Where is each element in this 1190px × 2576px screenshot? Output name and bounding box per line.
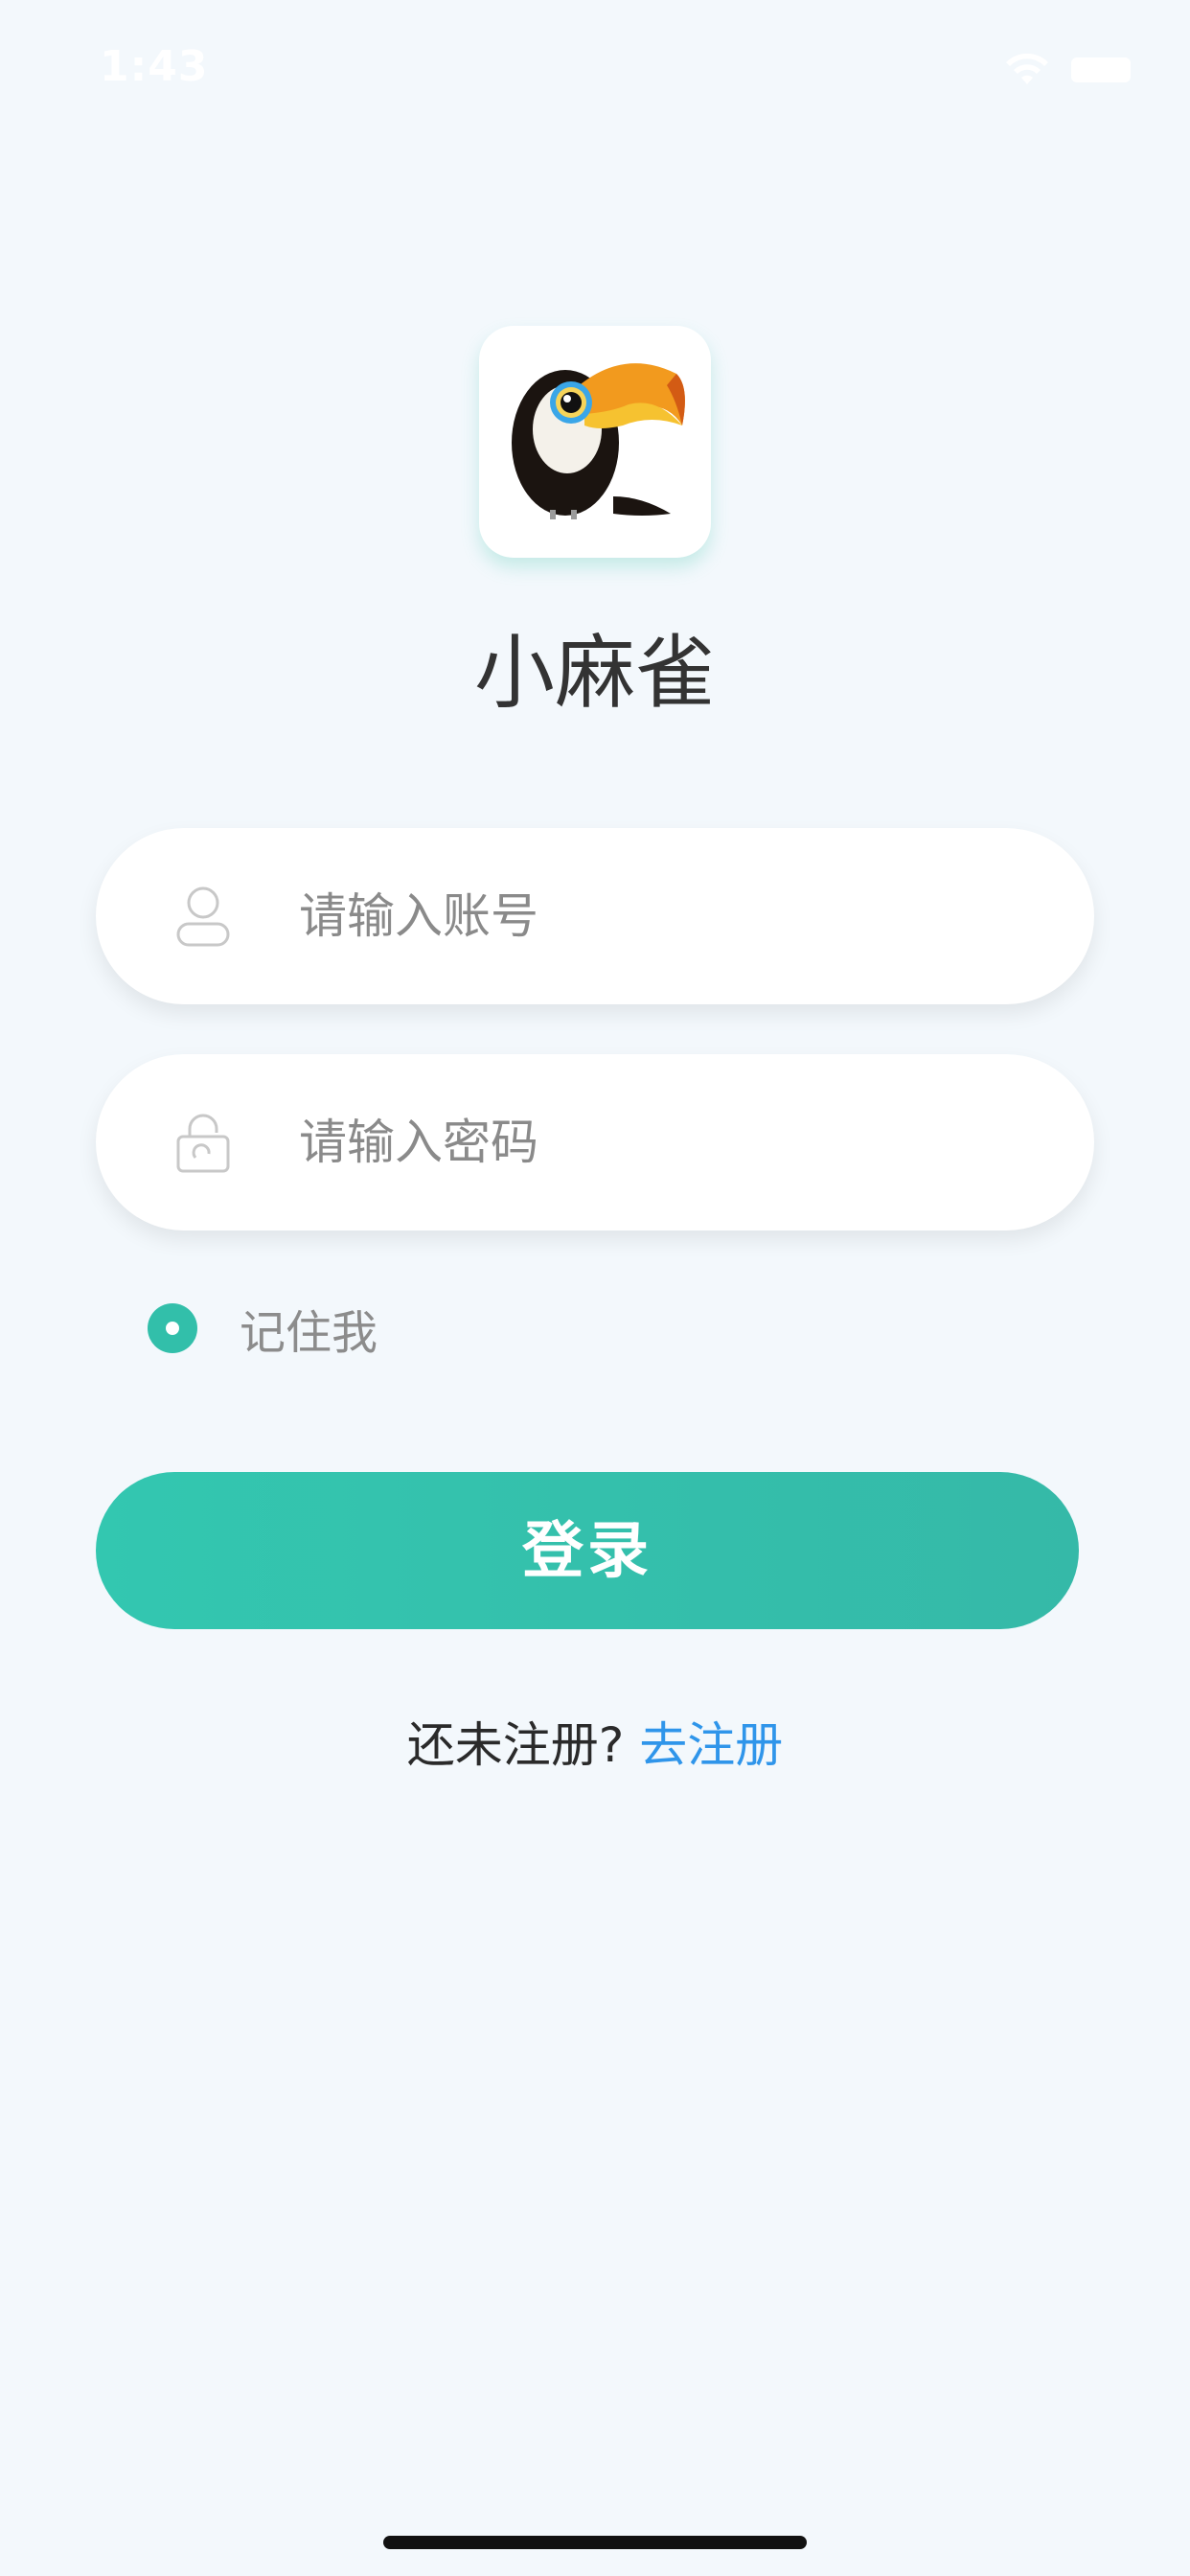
login-button[interactable]: 登录 [96, 1472, 1079, 1629]
wifi-icon [1006, 53, 1048, 84]
password-input[interactable] [299, 1092, 1027, 1192]
lock-icon [176, 1114, 230, 1173]
register-question: 还未注册? [406, 1717, 625, 1773]
account-input[interactable] [299, 866, 1027, 966]
status-bar: 1:43 [0, 0, 1190, 134]
remember-me[interactable]: 记住我 [148, 1298, 378, 1360]
toucan-logo-icon [512, 363, 685, 519]
app-title: 小麻雀 [473, 626, 716, 720]
register-link[interactable]: 去注册 [639, 1717, 783, 1773]
remember-me-radio[interactable] [148, 1303, 197, 1353]
status-time: 1:43 [100, 42, 209, 91]
register-row: 还未注册? 去注册 [0, 1712, 1190, 1779]
app-logo [479, 326, 711, 558]
account-input-box[interactable] [96, 828, 1094, 1004]
remember-me-label: 记住我 [240, 1306, 378, 1360]
battery-icon [1071, 58, 1131, 82]
home-indicator [383, 2536, 807, 2549]
password-input-box[interactable] [96, 1054, 1094, 1230]
user-icon [176, 886, 230, 947]
